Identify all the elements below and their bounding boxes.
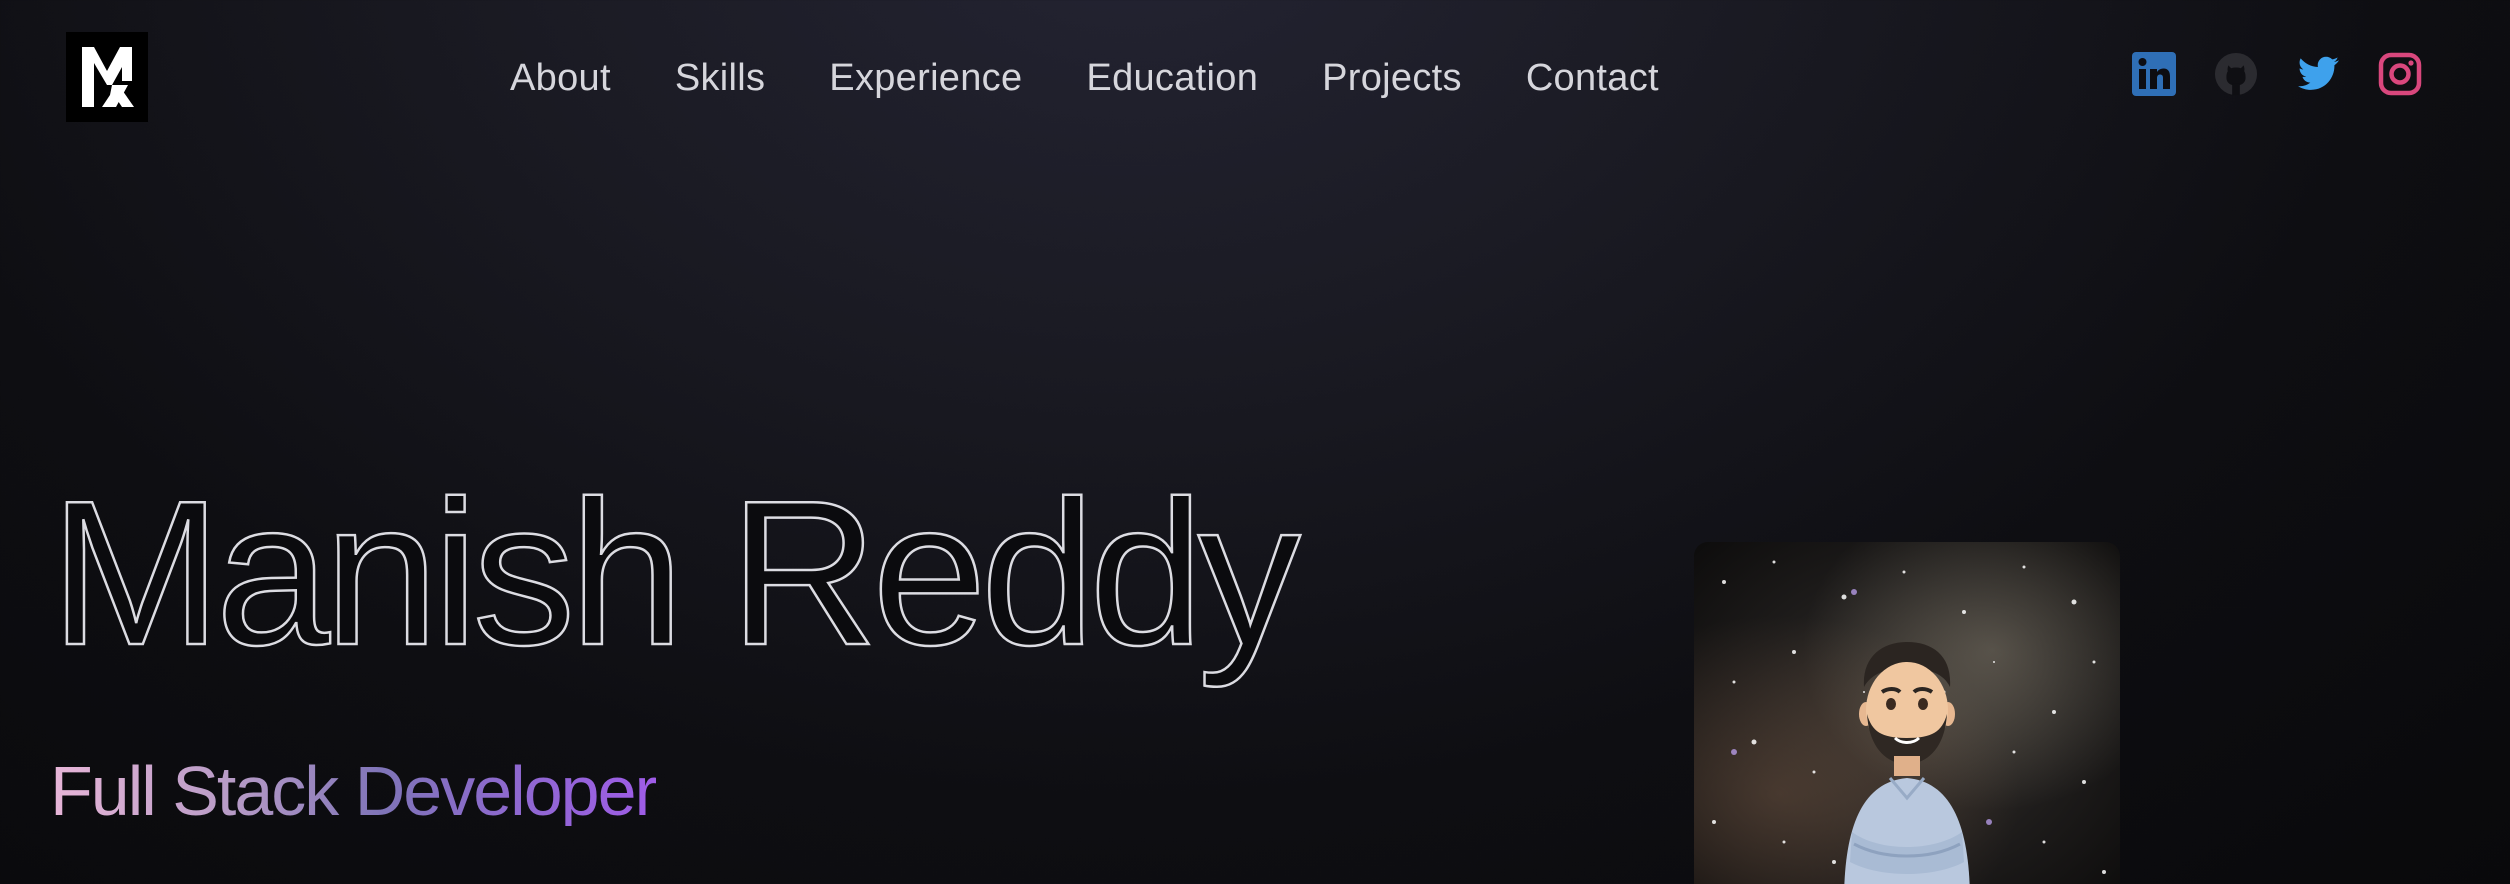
twitter-icon[interactable] bbox=[2296, 52, 2340, 96]
nav-link-experience[interactable]: Experience bbox=[829, 57, 1022, 100]
logo[interactable] bbox=[66, 32, 148, 122]
nav-link-education[interactable]: Education bbox=[1086, 57, 1258, 100]
hero-name: Manish Reddy bbox=[49, 458, 1302, 688]
nav-link-about[interactable]: About bbox=[510, 57, 611, 100]
logo-monogram-icon bbox=[82, 47, 134, 107]
avatar-image bbox=[1694, 542, 2120, 884]
nav-link-projects[interactable]: Projects bbox=[1322, 57, 1462, 100]
avatar-memoji-icon bbox=[1712, 560, 2106, 884]
social-links bbox=[2132, 52, 2422, 96]
nav-link-skills[interactable]: Skills bbox=[675, 57, 765, 100]
top-navigation-bar: About Skills Experience Education Projec… bbox=[0, 0, 2510, 156]
github-icon[interactable] bbox=[2214, 52, 2258, 96]
nav-link-contact[interactable]: Contact bbox=[1526, 57, 1659, 100]
instagram-icon[interactable] bbox=[2378, 52, 2422, 96]
linkedin-icon[interactable] bbox=[2132, 52, 2176, 96]
main-nav: About Skills Experience Education Projec… bbox=[510, 46, 1659, 110]
hero-role: Full Stack Developer bbox=[50, 752, 658, 830]
